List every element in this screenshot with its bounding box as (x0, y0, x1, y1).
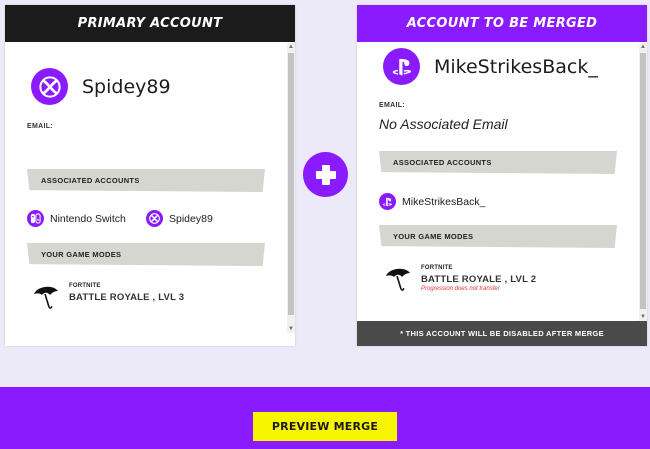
scroll-up-arrow-icon[interactable]: ▲ (639, 43, 647, 51)
primary-linked-nintendo: Nintendo Switch (27, 210, 126, 227)
nintendo-switch-icon (27, 210, 44, 227)
linked-account-label: Spidey89 (169, 212, 213, 225)
primary-account-card: PRIMARY ACCOUNT Spidey89 EMAIL: ASSOCIAT… (5, 5, 295, 346)
umbrella-icon (34, 286, 58, 309)
merged-linked-playstation: MikeStrikesBack_ (379, 193, 485, 210)
plus-icon (303, 152, 348, 197)
merged-gamemodes-header: YOUR GAME MODES (379, 225, 617, 248)
primary-account-body: Spidey89 EMAIL: ASSOCIATED ACCOUNTS Nint… (5, 42, 295, 346)
primary-scrollbar[interactable]: ▲ ▼ (287, 43, 295, 333)
merged-display-name: MikeStrikesBack_ (434, 55, 598, 78)
xbox-icon (146, 210, 163, 227)
playstation-icon (379, 193, 396, 210)
primary-associated-header: ASSOCIATED ACCOUNTS (27, 169, 265, 192)
merged-gamemode: FORTNITE BATTLE ROYALE , LVL 2 Progressi… (385, 265, 536, 292)
merged-email-value: No Associated Email (379, 116, 508, 132)
merged-account-body: MikeStrikesBack_ EMAIL: No Associated Em… (357, 42, 647, 346)
scroll-down-arrow-icon[interactable]: ▼ (287, 325, 295, 333)
linked-account-label: MikeStrikesBack_ (402, 195, 486, 208)
scrollbar-thumb[interactable] (288, 53, 294, 315)
xbox-icon (31, 68, 68, 105)
playstation-icon (383, 48, 420, 85)
merged-scrollbar[interactable]: ▲ ▼ (639, 43, 647, 321)
gamemode-title: FORTNITE (421, 265, 453, 271)
progression-note: Progression does not transfer (421, 286, 500, 292)
scrollbar-thumb[interactable] (640, 53, 646, 309)
merged-email-label: EMAIL: (379, 102, 405, 109)
footer-bar: PREVIEW MERGE (0, 387, 650, 449)
primary-display-name: Spidey89 (82, 75, 171, 98)
scroll-up-arrow-icon[interactable]: ▲ (287, 43, 295, 51)
merged-profile: MikeStrikesBack_ (383, 48, 598, 85)
merged-account-header: ACCOUNT TO BE MERGED (357, 5, 647, 42)
primary-profile: Spidey89 (31, 68, 171, 105)
umbrella-icon (386, 268, 410, 291)
gamemode-mode: BATTLE ROYALE , LVL 2 (421, 274, 537, 285)
gamemode-mode: BATTLE ROYALE , LVL 3 (69, 292, 185, 303)
primary-account-header: PRIMARY ACCOUNT (5, 5, 295, 42)
disable-notice: * THIS ACCOUNT WILL BE DISABLED AFTER ME… (357, 321, 647, 346)
merged-account-card: ACCOUNT TO BE MERGED MikeStrikesBack_ EM… (357, 5, 647, 346)
scroll-down-arrow-icon[interactable]: ▼ (639, 313, 647, 321)
primary-linked-xbox: Spidey89 (146, 210, 213, 227)
primary-gamemodes-header: YOUR GAME MODES (27, 243, 265, 266)
merged-associated-header: ASSOCIATED ACCOUNTS (379, 151, 617, 174)
linked-account-label: Nintendo Switch (50, 212, 126, 225)
gamemode-title: FORTNITE (69, 283, 101, 289)
primary-email-label: EMAIL: (27, 123, 53, 130)
primary-gamemode: FORTNITE BATTLE ROYALE , LVL 3 (33, 283, 184, 309)
preview-merge-button[interactable]: PREVIEW MERGE (253, 412, 397, 441)
